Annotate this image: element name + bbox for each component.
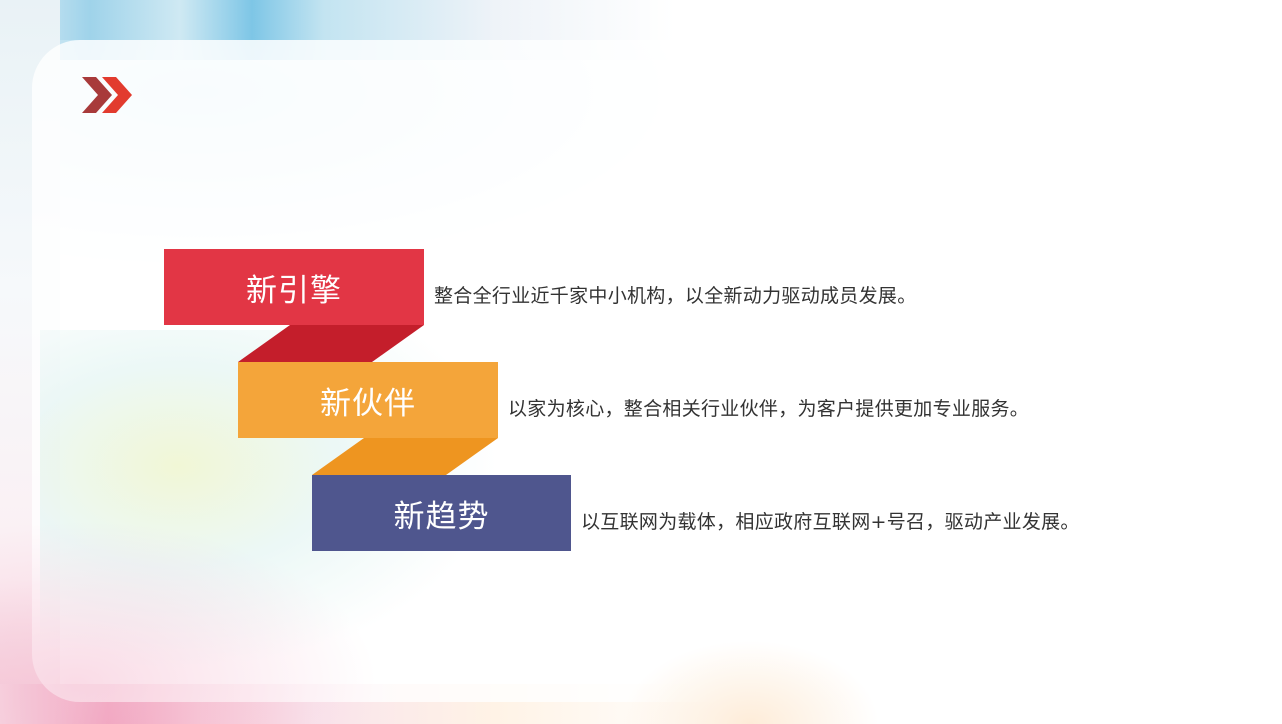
ribbon-description: 以家为核心，整合相关行业伙伴，为客户提供更加专业服务。 <box>508 398 1030 420</box>
ribbon-fold-1 <box>238 325 424 362</box>
ribbon-description: 以互联网为载体，相应政府互联网+号召，驱动产业发展。 <box>581 511 1080 533</box>
ribbon-new-trend: 新趋势 <box>312 475 571 551</box>
ribbon-title: 新伙伴 <box>320 385 416 422</box>
content-card-right <box>870 0 1282 724</box>
background-glow <box>620 640 880 724</box>
ribbon-new-partner: 新伙伴 <box>238 362 498 438</box>
ribbon-description: 整合全行业近千家中小机构，以全新动力驱动成员发展。 <box>434 285 917 307</box>
ribbon-title: 新引擎 <box>246 272 342 309</box>
ribbon-fold-2 <box>312 438 498 475</box>
double-chevron-right-icon <box>82 77 132 113</box>
slide: 新引擎 整合全行业近千家中小机构，以全新动力驱动成员发展。 新伙伴 以家为核心，… <box>0 0 1282 724</box>
ribbon-title: 新趋势 <box>393 498 490 535</box>
ribbon-new-engine: 新引擎 <box>164 249 424 325</box>
